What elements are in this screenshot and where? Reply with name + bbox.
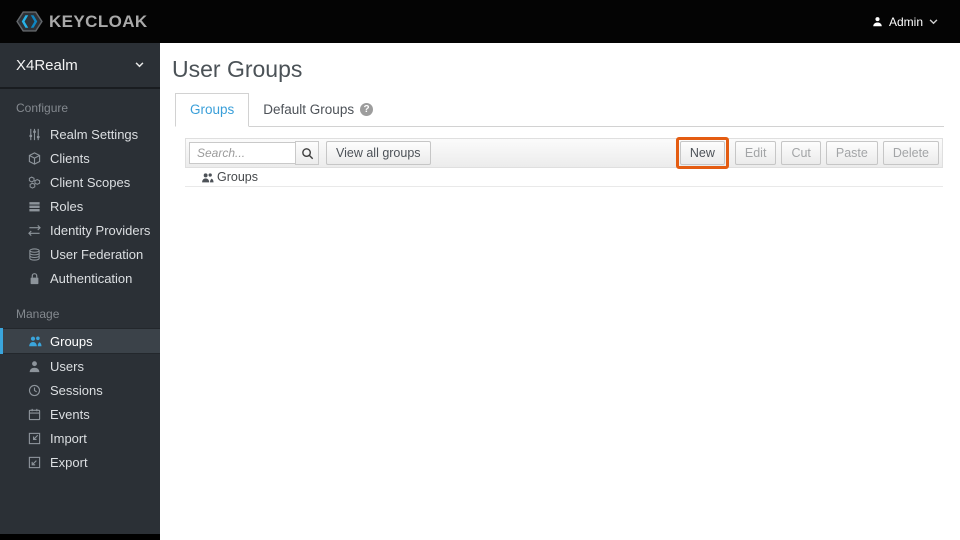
sidebar-item-label: Users — [50, 358, 84, 374]
group-actions: New Edit Cut Paste Delete — [675, 137, 939, 169]
sidebar-item-clients[interactable]: Clients — [0, 146, 160, 170]
tab-label: Default Groups — [263, 102, 355, 117]
sidebar-item-label: Identity Providers — [50, 222, 151, 238]
sidebar-item-events[interactable]: Events — [0, 402, 160, 426]
sidebar-item-export[interactable]: Export — [0, 450, 160, 474]
sidebar-item-label: Sessions — [50, 382, 103, 398]
groups-toolbar: View all groups New Edit Cut Paste Delet… — [185, 137, 943, 169]
chevron-down-icon — [929, 18, 938, 24]
user-menu-label: Admin — [888, 14, 923, 29]
user-menu[interactable]: Admin — [872, 15, 938, 29]
edit-button: Edit — [734, 141, 777, 165]
user-icon — [27, 359, 42, 374]
sidebar-item-authentication[interactable]: Authentication — [0, 266, 160, 290]
question-circle-icon[interactable]: ? — [360, 103, 374, 116]
delete-button: Delete — [882, 141, 939, 165]
user-icon — [872, 16, 883, 27]
sidebar-item-sessions[interactable]: Sessions — [0, 378, 160, 402]
sidebar-item-label: Import — [50, 430, 87, 446]
tabs-bar: Groups Default Groups ? — [175, 93, 944, 127]
new-button[interactable]: New — [679, 141, 725, 165]
realm-name: X4Realm — [16, 56, 78, 74]
sidebar-item-label: Roles — [50, 198, 84, 214]
exchange-arrows-icon — [27, 223, 42, 238]
cube-icon — [27, 151, 42, 166]
users-icon — [27, 334, 42, 349]
lock-icon — [27, 271, 42, 286]
tab-default-groups[interactable]: Default Groups ? — [249, 93, 387, 127]
sidebar-item-realm-settings[interactable]: Realm Settings — [0, 122, 160, 146]
chevron-down-icon — [135, 62, 144, 68]
sidebar-item-user-federation[interactable]: User Federation — [0, 242, 160, 266]
nav-section-manage: Manage — [16, 307, 60, 321]
import-icon — [27, 431, 42, 446]
main-content: User Groups Groups Default Groups ? View… — [160, 43, 960, 540]
keycloak-logo-icon — [16, 10, 43, 33]
sidebar-item-roles[interactable]: Roles — [0, 194, 160, 218]
tree-item-groups-root[interactable]: Groups — [185, 168, 943, 187]
calendar-icon — [27, 407, 42, 422]
search-icon — [301, 147, 313, 159]
view-all-groups-button[interactable]: View all groups — [326, 141, 431, 165]
sidebar-item-label: Clients — [50, 150, 90, 166]
search-button[interactable] — [295, 141, 319, 165]
tab-groups[interactable]: Groups — [175, 93, 250, 127]
sidebar-item-client-scopes[interactable]: Client Scopes — [0, 170, 160, 194]
sidebar-item-groups[interactable]: Groups — [0, 328, 160, 354]
sidebar-item-label: Realm Settings — [50, 126, 139, 142]
realm-selector[interactable]: X4Realm — [0, 43, 160, 89]
export-icon — [27, 455, 42, 470]
keycloak-logo[interactable]: KEYCLOAK — [16, 10, 148, 33]
brand-text: KEYCLOAK — [49, 11, 148, 31]
sidebar: X4Realm Configure Realm Settings Clients… — [0, 43, 160, 540]
cubes-icon — [27, 175, 42, 190]
database-icon — [27, 247, 42, 262]
cut-button: Cut — [781, 141, 821, 165]
tab-label: Groups — [190, 102, 235, 117]
users-icon — [201, 170, 215, 184]
annotation-highlight: New — [675, 137, 729, 169]
sidebar-item-label: Groups — [50, 333, 93, 349]
sidebar-item-users[interactable]: Users — [0, 354, 160, 378]
tree-item-label: Groups — [217, 170, 258, 184]
sidebar-item-label: Events — [50, 406, 90, 422]
topbar: KEYCLOAK Admin — [0, 0, 960, 43]
sidebar-item-label: Export — [50, 454, 88, 470]
page-title: User Groups — [172, 56, 303, 82]
clock-icon — [27, 383, 42, 398]
sliders-icon — [27, 127, 42, 142]
search-input[interactable] — [189, 142, 296, 164]
sidebar-item-label: User Federation — [50, 246, 144, 262]
layers-icon — [27, 199, 42, 214]
paste-button: Paste — [825, 141, 878, 165]
sidebar-item-label: Client Scopes — [50, 174, 131, 190]
sidebar-item-identity-providers[interactable]: Identity Providers — [0, 218, 160, 242]
sidebar-item-label: Authentication — [50, 270, 133, 286]
nav-section-configure: Configure — [16, 101, 69, 115]
sidebar-item-import[interactable]: Import — [0, 426, 160, 450]
